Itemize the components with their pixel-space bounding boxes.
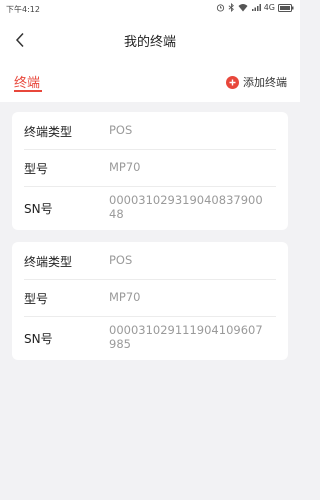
sn-label: SN号 bbox=[24, 202, 53, 216]
status-bar: 下午4:12 4G bbox=[0, 0, 300, 18]
status-icons: 4G bbox=[216, 3, 294, 12]
signal-icon bbox=[251, 3, 261, 12]
alarm-icon bbox=[216, 3, 225, 12]
model-label: 型号 bbox=[24, 162, 49, 176]
model-value: MP70 bbox=[109, 290, 141, 304]
sn-value: 000031029111904109607985 bbox=[109, 323, 263, 351]
model-label: 型号 bbox=[24, 292, 49, 306]
status-time: 下午4:12 bbox=[6, 5, 40, 14]
terminal-type-row: 终端类型 POS bbox=[24, 112, 276, 150]
tab-row: 终端 添加终端 bbox=[0, 62, 300, 102]
terminal-type-row: 终端类型 POS bbox=[24, 242, 276, 280]
sn-label: SN号 bbox=[24, 332, 53, 346]
sn-row: SN号 000031029111904109607985 bbox=[24, 316, 276, 360]
add-terminal-button[interactable]: 添加终端 bbox=[226, 74, 287, 90]
bluetooth-icon bbox=[228, 3, 235, 12]
nav-bar: 我的终端 bbox=[0, 18, 300, 62]
wifi-icon bbox=[238, 3, 248, 12]
terminal-type-label: 终端类型 bbox=[24, 125, 73, 139]
model-row: 型号 MP70 bbox=[24, 279, 276, 317]
model-value: MP70 bbox=[109, 160, 141, 174]
terminal-type-value: POS bbox=[109, 253, 133, 267]
sn-value: 000031029319040837900 48 bbox=[109, 193, 263, 221]
battery-icon bbox=[278, 3, 294, 12]
terminal-type-label: 终端类型 bbox=[24, 255, 73, 269]
terminal-type-value: POS bbox=[109, 123, 133, 137]
network-type: 4G bbox=[263, 3, 275, 12]
terminal-card[interactable]: 终端类型 POS 型号 MP70 SN号 0000310293190408379… bbox=[12, 112, 288, 230]
tab-underline bbox=[14, 90, 42, 92]
page-title: 我的终端 bbox=[123, 35, 176, 50]
add-terminal-label: 添加终端 bbox=[243, 76, 287, 89]
plus-icon bbox=[226, 75, 239, 89]
tab-terminal[interactable]: 终端 bbox=[14, 72, 40, 91]
sn-row: SN号 000031029319040837900 48 bbox=[24, 186, 276, 230]
terminal-card[interactable]: 终端类型 POS 型号 MP70 SN号 0000310291119041096… bbox=[12, 242, 288, 360]
model-row: 型号 MP70 bbox=[24, 149, 276, 187]
